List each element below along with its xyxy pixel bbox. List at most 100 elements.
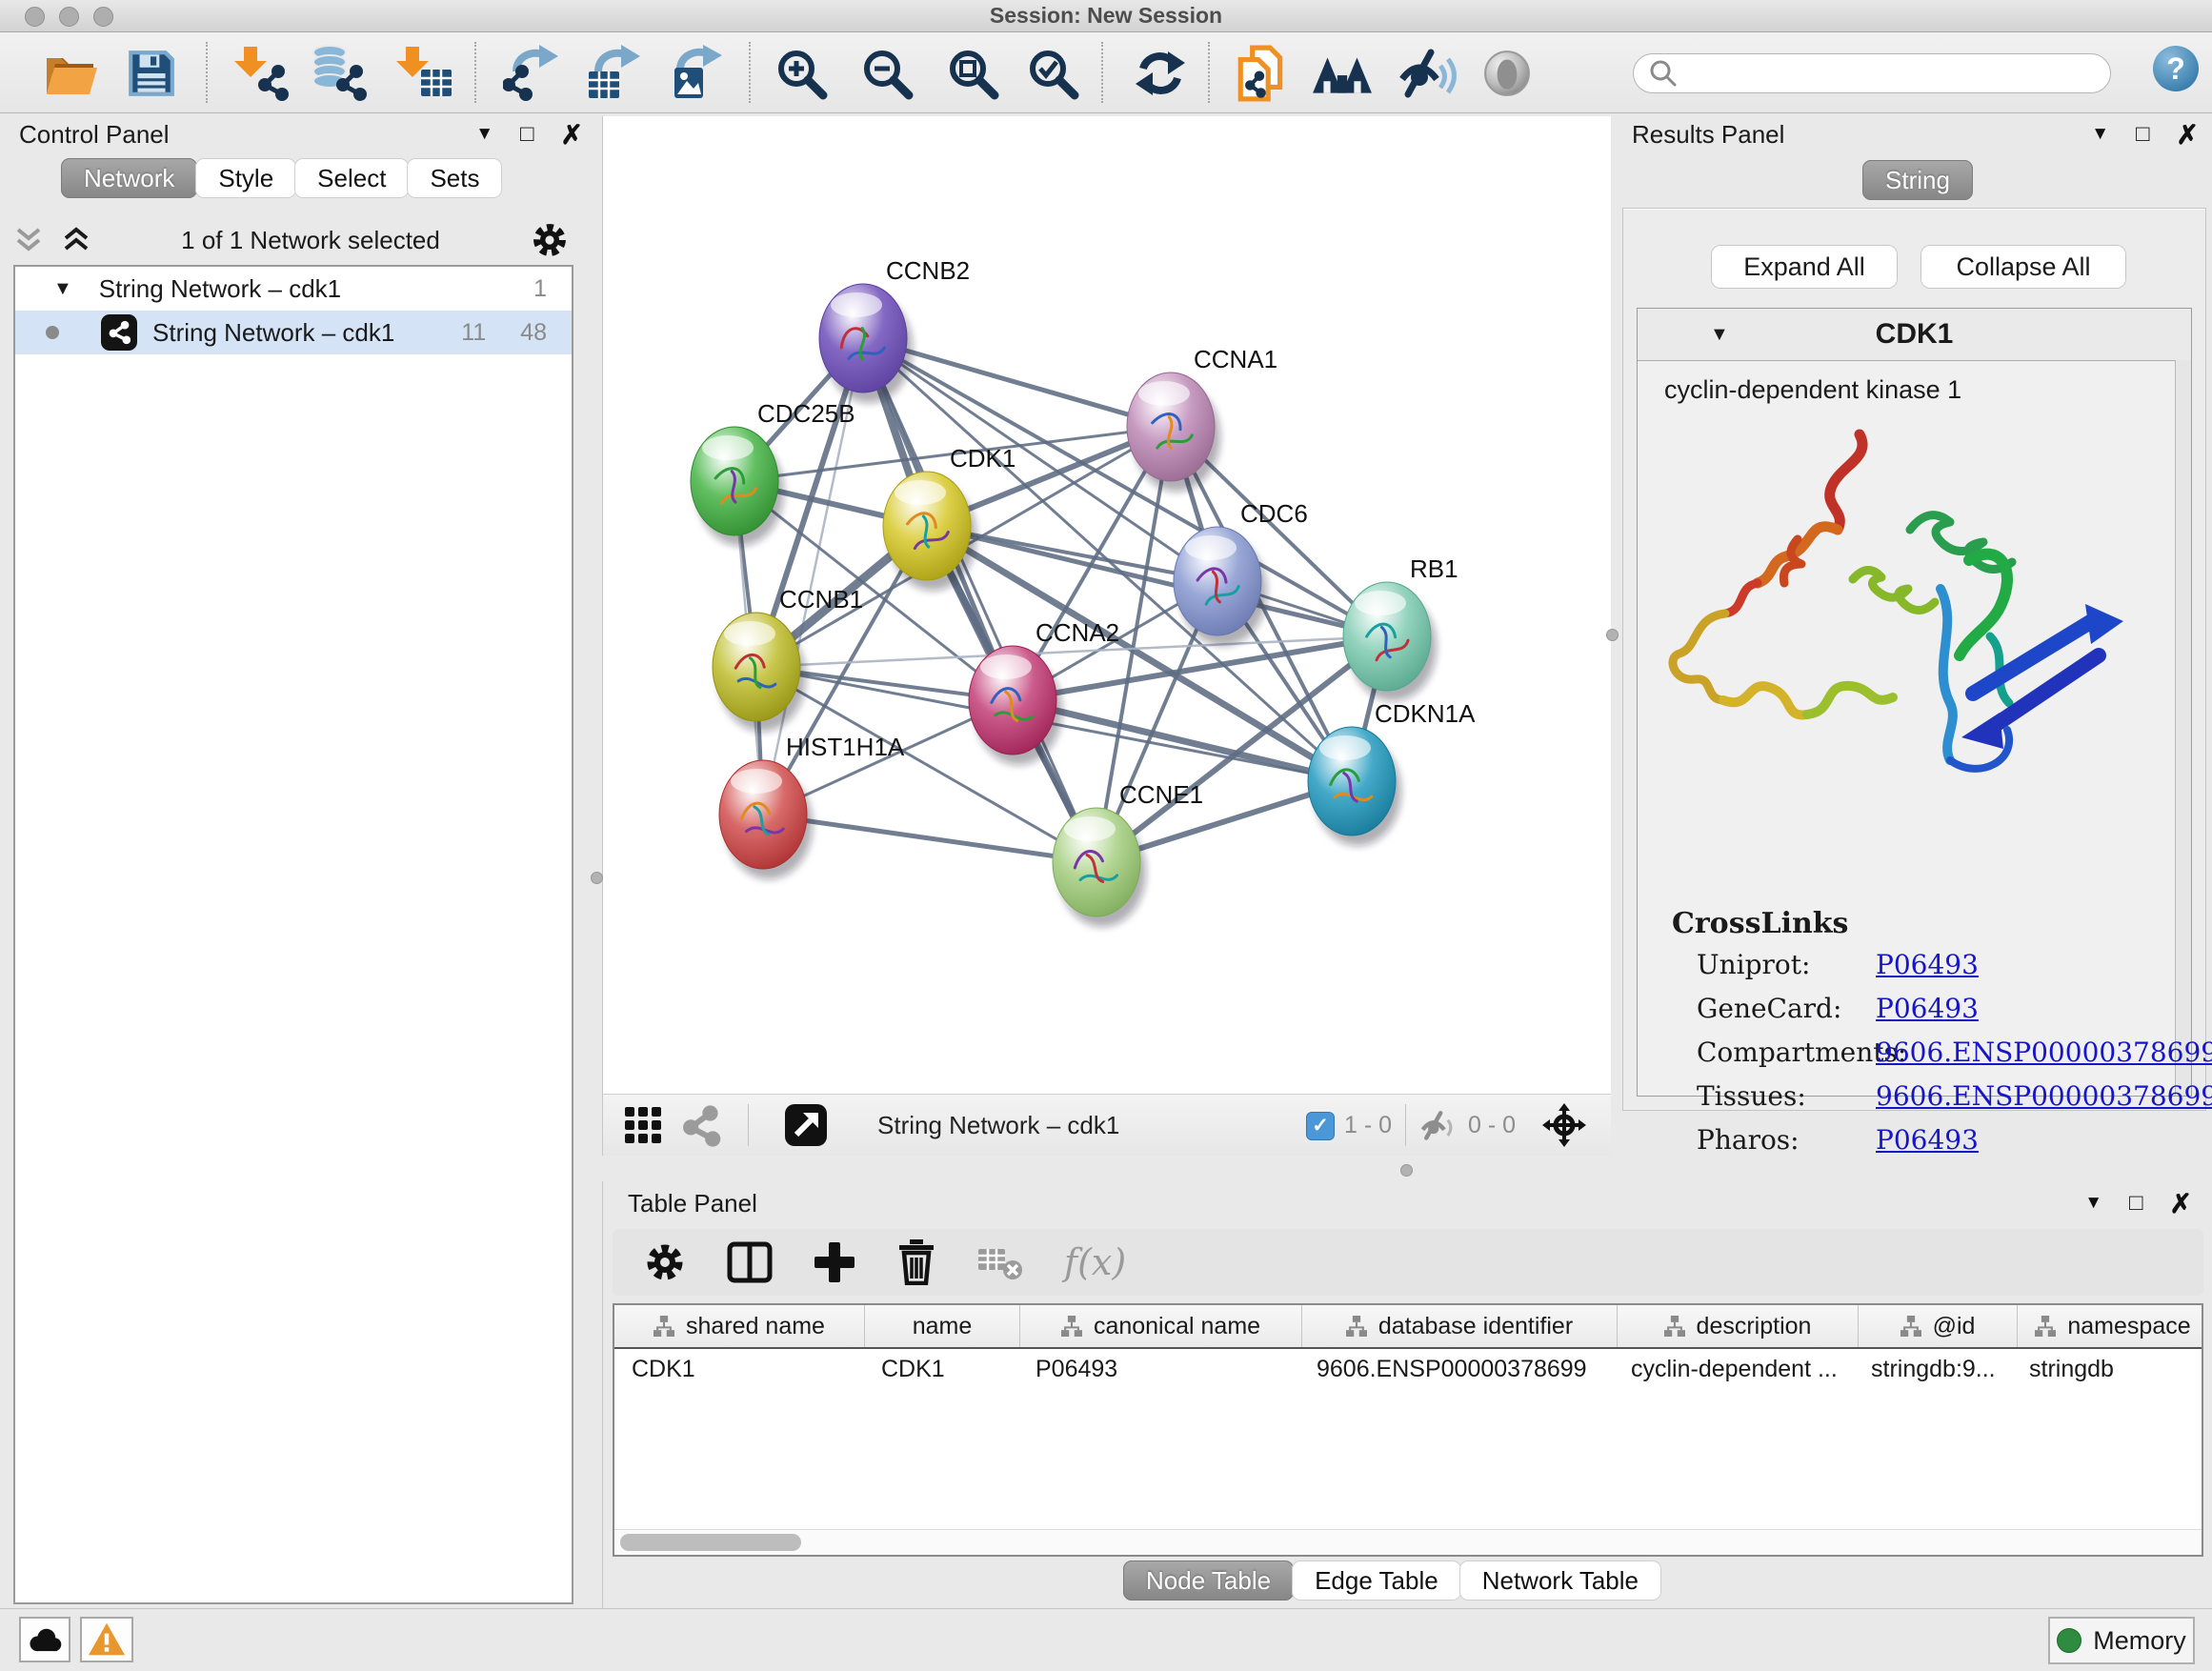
table-cell[interactable]: 9606.ENSP00000378699 xyxy=(1299,1349,1614,1389)
network-graph[interactable]: CCNB2CCNA1CDC25BCDK1CDC6RB1CCNB1CCNA2CDK… xyxy=(603,116,1611,1094)
column-header-canonical-name[interactable]: canonical name xyxy=(1020,1305,1302,1347)
search-icon xyxy=(1647,57,1679,90)
column-header-database-identifier[interactable]: database identifier xyxy=(1302,1305,1618,1347)
edge-CCNA2-CDKN1A[interactable] xyxy=(1013,700,1352,781)
cloud-status-button[interactable] xyxy=(19,1617,70,1662)
network-overview-button[interactable] xyxy=(1311,44,1374,103)
panel-menu-icon[interactable]: ▼ xyxy=(2091,124,2109,145)
zoom-selected-button[interactable] xyxy=(1025,44,1080,103)
fit-selected-crosshair-icon[interactable] xyxy=(1542,1103,1586,1147)
node-CCNA1[interactable]: CCNA1 xyxy=(1127,345,1277,492)
expand-all-chevrons-icon[interactable] xyxy=(13,226,44,254)
zoom-fit-button[interactable] xyxy=(945,44,1000,103)
crosslink-link[interactable]: P06493 xyxy=(1876,1124,1979,1156)
column-header-name[interactable]: name xyxy=(865,1305,1020,1347)
table-settings-gear-icon[interactable] xyxy=(643,1240,687,1284)
crosslink-link[interactable]: 9606.ENSP00000378699 xyxy=(1876,1080,2212,1112)
scrollbar-thumb[interactable] xyxy=(620,1534,801,1551)
panel-float-icon[interactable]: □ xyxy=(2136,121,2150,148)
panel-close-icon[interactable]: ✗ xyxy=(2170,1188,2192,1219)
zoom-in-button[interactable] xyxy=(774,44,829,103)
tab-edge-table[interactable]: Edge Table xyxy=(1292,1560,1461,1601)
hide-selected-button[interactable] xyxy=(1398,44,1459,103)
show-hidden-button[interactable] xyxy=(1482,44,1532,103)
node-gloss xyxy=(895,480,946,505)
panel-menu-icon[interactable]: ▼ xyxy=(2084,1193,2102,1214)
share-network-icon[interactable] xyxy=(681,1104,721,1148)
table-cell[interactable]: CDK1 xyxy=(614,1349,864,1389)
panel-menu-icon[interactable]: ▼ xyxy=(475,124,493,145)
save-session-button[interactable] xyxy=(126,44,177,103)
node-result-header[interactable]: ▼ CDK1 xyxy=(1638,309,2191,361)
import-network-button[interactable] xyxy=(231,44,292,103)
collapse-all-button[interactable]: Collapse All xyxy=(1920,245,2126,289)
export-network-button[interactable] xyxy=(503,44,562,103)
panel-close-icon[interactable]: ✗ xyxy=(2177,119,2199,151)
table-cell[interactable]: cyclin-dependent ... xyxy=(1614,1349,1854,1389)
add-column-plus-icon[interactable] xyxy=(813,1240,856,1284)
help-button[interactable]: ? xyxy=(2153,46,2199,91)
node-CDC6[interactable]: CDC6 xyxy=(1174,499,1308,646)
node-CCNB2[interactable]: CCNB2 xyxy=(819,256,970,403)
open-session-button[interactable] xyxy=(42,44,101,103)
column-header-namespace[interactable]: namespace xyxy=(2018,1305,2203,1347)
memory-button[interactable]: Memory xyxy=(2048,1617,2195,1664)
import-table-button[interactable] xyxy=(392,44,453,103)
table-cell[interactable]: stringdb:9... xyxy=(1854,1349,2012,1389)
network-view-canvas[interactable]: CCNB2CCNA1CDC25BCDK1CDC6RB1CCNB1CCNA2CDK… xyxy=(602,116,1611,1094)
node-RB1[interactable]: RB1 xyxy=(1343,554,1458,701)
tab-node-table[interactable]: Node Table xyxy=(1123,1560,1294,1601)
tab-network[interactable]: Network xyxy=(61,158,197,198)
tab-network-table[interactable]: Network Table xyxy=(1459,1560,1661,1601)
network-collection-row[interactable]: ▼ String Network – cdk1 1 xyxy=(15,267,572,311)
column-header--id[interactable]: @id xyxy=(1859,1305,2018,1347)
birds-eye-grid-icon[interactable] xyxy=(624,1106,662,1144)
results-scrollbar[interactable] xyxy=(2175,360,2191,1096)
crosslink-link[interactable]: P06493 xyxy=(1876,993,1979,1024)
node-CCNE1[interactable]: CCNE1 xyxy=(1053,780,1203,927)
vertical-splitter-handle[interactable] xyxy=(591,872,603,884)
horizontal-splitter-handle[interactable] xyxy=(1400,1164,1413,1177)
edge-CDK1-RB1[interactable] xyxy=(927,526,1387,636)
node-label: CCNA2 xyxy=(1036,618,1119,647)
table-horizontal-scrollbar[interactable] xyxy=(614,1529,2202,1555)
panel-float-icon[interactable]: □ xyxy=(2129,1190,2143,1217)
warnings-button[interactable] xyxy=(80,1617,133,1662)
tree-expander-icon[interactable]: ▼ xyxy=(53,278,72,300)
search-input[interactable] xyxy=(1683,56,2097,89)
node-CCNB1[interactable]: CCNB1 xyxy=(713,585,863,732)
network-row[interactable]: String Network – cdk1 11 48 xyxy=(15,311,572,354)
panel-float-icon[interactable]: □ xyxy=(520,121,534,148)
node-CDKN1A[interactable]: CDKN1A xyxy=(1308,699,1476,846)
copy-network-button[interactable] xyxy=(1235,44,1290,103)
collapse-all-chevrons-icon[interactable] xyxy=(61,226,91,254)
selected-nodes-checkbox[interactable]: ✓ xyxy=(1306,1112,1335,1140)
crosslink-link[interactable]: P06493 xyxy=(1876,949,1979,980)
tab-sets[interactable]: Sets xyxy=(407,158,502,198)
import-network-from-database-button[interactable] xyxy=(307,44,370,103)
node-CDC25B[interactable]: CDC25B xyxy=(691,399,855,546)
zoom-out-button[interactable] xyxy=(859,44,915,103)
table-cell[interactable]: CDK1 xyxy=(864,1349,1018,1389)
open-in-window-icon[interactable] xyxy=(784,1103,828,1147)
edge-HIST1H1A-CCNE1[interactable] xyxy=(763,815,1096,862)
tab-select[interactable]: Select xyxy=(294,158,409,198)
table-cell[interactable]: P06493 xyxy=(1018,1349,1299,1389)
tab-style[interactable]: Style xyxy=(195,158,296,198)
panel-close-icon[interactable]: ✗ xyxy=(561,119,583,151)
column-header-shared-name[interactable]: shared name xyxy=(614,1305,865,1347)
export-image-button[interactable] xyxy=(667,44,726,103)
expand-all-button[interactable]: Expand All xyxy=(1711,245,1898,289)
node-CCNA2[interactable]: CCNA2 xyxy=(969,618,1119,765)
node-HIST1H1A[interactable]: HIST1H1A xyxy=(719,733,905,879)
tab-string[interactable]: String xyxy=(1862,160,1973,200)
delete-column-trash-icon[interactable] xyxy=(896,1239,936,1285)
apply-layout-button[interactable] xyxy=(1132,44,1189,103)
table-cell[interactable]: stringdb xyxy=(2012,1349,2202,1389)
column-header-description[interactable]: description xyxy=(1618,1305,1859,1347)
select-columns-icon[interactable] xyxy=(727,1241,773,1283)
crosslink-link[interactable]: 9606.ENSP00000378699 xyxy=(1876,1037,2212,1068)
table-row[interactable]: CDK1CDK1P064939606.ENSP00000378699cyclin… xyxy=(614,1349,2202,1389)
gear-icon[interactable] xyxy=(530,220,570,260)
export-table-button[interactable] xyxy=(585,44,644,103)
